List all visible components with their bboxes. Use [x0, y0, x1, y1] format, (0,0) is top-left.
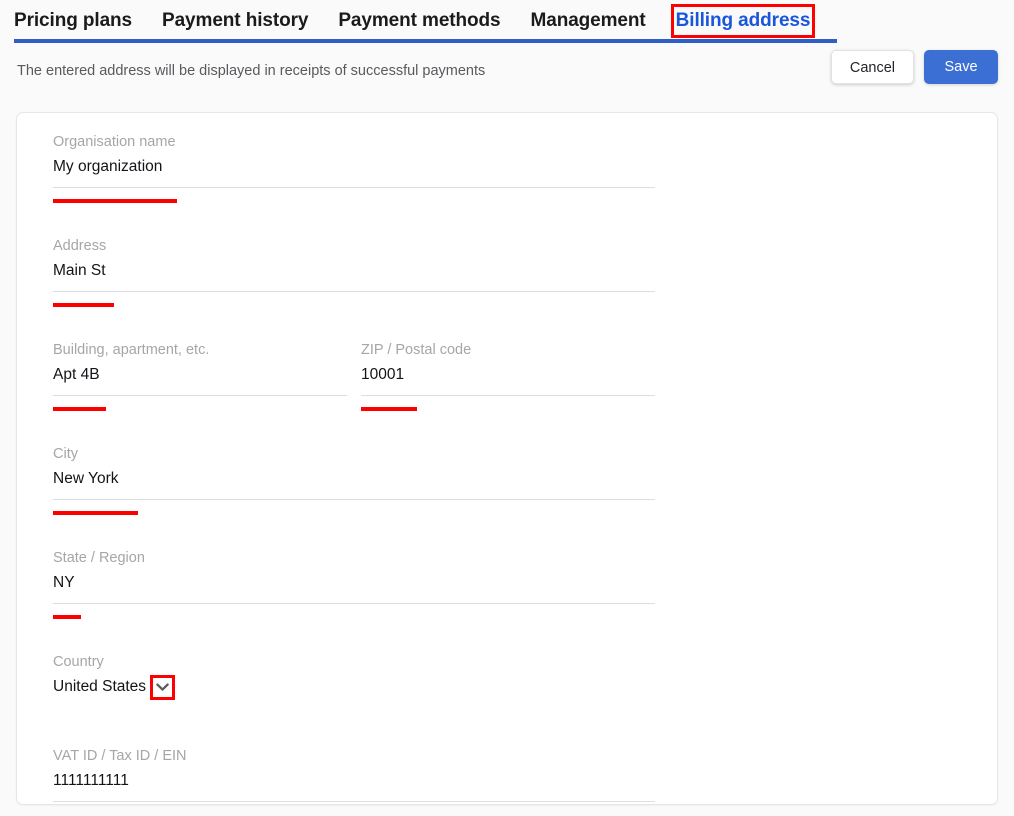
field-address-label: Address — [53, 238, 107, 254]
field-state-region[interactable]: State / Region NY — [53, 549, 655, 619]
subheader-description: The entered address will be displayed in… — [17, 63, 486, 79]
field-organisation-name[interactable]: Organisation name My organization — [53, 133, 655, 203]
field-state-region-underline — [53, 603, 655, 604]
field-row-building-zip: Building, apartment, etc. Apt 4B ZIP / P… — [53, 341, 997, 411]
action-buttons: Cancel Save — [830, 50, 998, 84]
field-row-country: Country United States — [53, 653, 997, 700]
annotation-underline-city — [53, 511, 138, 515]
field-country-label: Country — [53, 654, 104, 670]
tab-payment-methods-label: Payment methods — [338, 10, 501, 31]
subheader: The entered address will be displayed in… — [0, 45, 1014, 103]
field-vat-id-value: 1111111111 — [53, 772, 129, 789]
cancel-button[interactable]: Cancel — [830, 50, 914, 84]
field-zip[interactable]: ZIP / Postal code 10001 — [361, 341, 655, 411]
field-country-value: United States — [53, 678, 147, 695]
field-row-vat: VAT ID / Tax ID / EIN 1111111111 — [53, 747, 997, 802]
tab-bar: Pricing plans Payment history Payment me… — [0, 0, 1014, 45]
annotation-underline-address — [53, 303, 114, 307]
billing-address-form: Organisation name My organization Addres… — [17, 113, 997, 804]
tab-pricing-plans[interactable]: Pricing plans — [14, 9, 148, 33]
billing-address-card: Organisation name My organization Addres… — [16, 112, 998, 805]
field-row-state: State / Region NY — [53, 549, 997, 619]
annotation-underline-state — [53, 615, 81, 619]
field-organisation-name-value: My organization — [53, 158, 163, 175]
field-country[interactable]: Country United States — [53, 653, 655, 700]
field-address[interactable]: Address Main St — [53, 237, 655, 307]
field-building[interactable]: Building, apartment, etc. Apt 4B — [53, 341, 347, 411]
annotation-underline-building — [53, 407, 106, 411]
tab-payment-history[interactable]: Payment history — [162, 9, 324, 33]
field-address-underline — [53, 291, 655, 292]
field-row-city: City New York — [53, 445, 997, 515]
field-vat-id-underline — [53, 801, 655, 802]
field-city-value: New York — [53, 470, 119, 487]
tab-management[interactable]: Management — [531, 9, 662, 33]
annotation-underline-zip — [361, 407, 417, 411]
field-row-organisation: Organisation name My organization — [53, 133, 997, 203]
column-gap — [347, 341, 361, 396]
tab-billing-address[interactable]: Billing address — [670, 4, 827, 38]
field-vat-id-label: VAT ID / Tax ID / EIN — [53, 748, 187, 764]
annotation-underline-organisation — [53, 199, 177, 203]
tab-billing-address-label: Billing address — [670, 4, 816, 38]
field-zip-underline — [361, 395, 655, 396]
field-state-region-value: NY — [53, 574, 75, 591]
field-building-label: Building, apartment, etc. — [53, 342, 210, 358]
tab-management-label: Management — [530, 10, 646, 31]
field-zip-label: ZIP / Postal code — [361, 342, 472, 358]
field-address-value: Main St — [53, 262, 106, 279]
country-select[interactable]: United States — [53, 675, 655, 700]
field-zip-value: 10001 — [361, 366, 405, 383]
field-row-address: Address Main St — [53, 237, 997, 307]
field-state-region-label: State / Region — [53, 550, 145, 566]
field-organisation-name-label: Organisation name — [53, 134, 176, 150]
field-city-label: City — [53, 446, 78, 462]
tab-payment-history-label: Payment history — [162, 10, 309, 31]
tab-list: Pricing plans Payment history Payment me… — [0, 0, 1014, 38]
chevron-down-icon[interactable] — [150, 675, 176, 700]
field-city-underline — [53, 499, 655, 500]
field-organisation-name-underline — [53, 187, 655, 188]
field-building-value: Apt 4B — [53, 366, 100, 383]
tab-bar-underline — [14, 39, 837, 43]
field-city[interactable]: City New York — [53, 445, 655, 515]
field-building-underline — [53, 395, 347, 396]
tab-payment-methods[interactable]: Payment methods — [338, 9, 516, 33]
field-vat-id[interactable]: VAT ID / Tax ID / EIN 1111111111 — [53, 747, 655, 802]
save-button[interactable]: Save — [924, 50, 998, 84]
tab-pricing-plans-label: Pricing plans — [14, 10, 133, 31]
